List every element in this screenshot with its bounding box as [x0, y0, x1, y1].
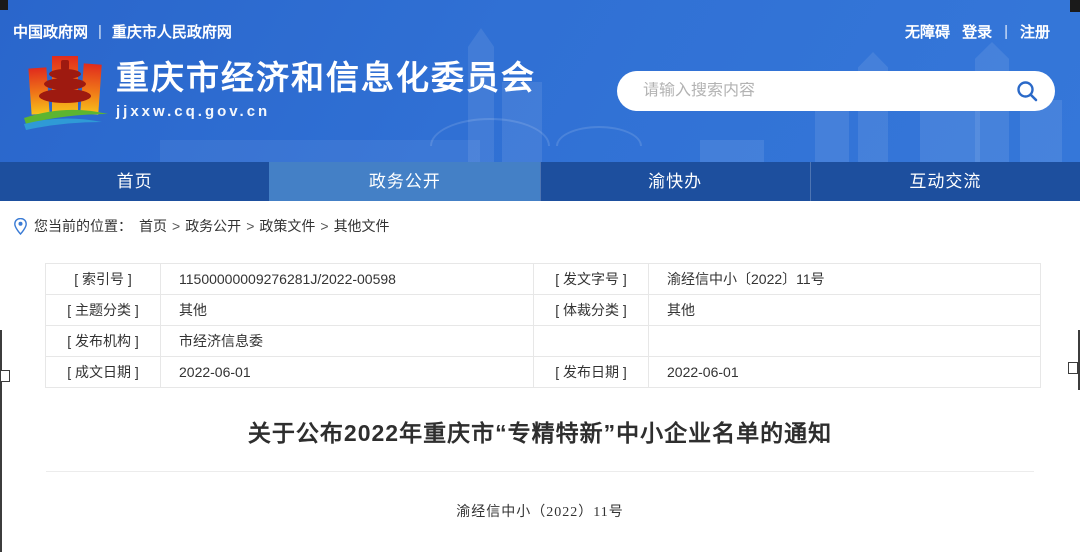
- meta-value-doc-symbol: 渝经信中小〔2022〕11号: [649, 264, 1041, 295]
- accessibility-link[interactable]: 无障碍: [905, 21, 950, 42]
- meta-value-publish-date: 2022-06-01: [649, 357, 1041, 388]
- location-pin-icon: [14, 218, 27, 235]
- breadcrumb-item-gov-info[interactable]: 政务公开: [185, 216, 241, 236]
- content-area: 您当前的位置： 首页 > 政务公开 > 政策文件 > 其他文件 [ 索引号 ] …: [0, 201, 1080, 521]
- meta-value-index-number: 11500000009276281J/2022-00598: [161, 264, 534, 295]
- table-row: [ 索引号 ] 11500000009276281J/2022-00598 [ …: [46, 264, 1041, 295]
- register-link[interactable]: 注册: [1020, 21, 1050, 42]
- login-link[interactable]: 登录: [962, 21, 992, 42]
- breadcrumb-item-home[interactable]: 首页: [139, 216, 167, 236]
- site-logo[interactable]: [22, 52, 110, 146]
- nav-tab-home[interactable]: 首页: [0, 162, 269, 201]
- meta-label: [ 主题分类 ]: [46, 295, 161, 326]
- top-utility-bar: 中国政府网 | 重庆市人民政府网 无障碍 登录 | 注册: [0, 21, 1080, 41]
- meta-label: [ 发布日期 ]: [534, 357, 649, 388]
- meta-label: [ 索引号 ]: [46, 264, 161, 295]
- nav-tab-yukuaiban[interactable]: 渝快办: [540, 162, 810, 201]
- crop-artifact: [1068, 362, 1078, 374]
- breadcrumb-prefix: 您当前的位置：: [34, 216, 132, 236]
- breadcrumb-separator: >: [246, 218, 254, 234]
- table-row: [ 成文日期 ] 2022-06-01 [ 发布日期 ] 2022-06-01: [46, 357, 1041, 388]
- meta-label: [ 发布机构 ]: [46, 326, 161, 357]
- meta-value-topic-category: 其他: [161, 295, 534, 326]
- meta-value-issuing-agency: 市经济信息委: [161, 326, 534, 357]
- crop-artifact: [1070, 0, 1080, 12]
- government-document-page: 中国政府网 | 重庆市人民政府网 无障碍 登录 | 注册: [0, 0, 1080, 552]
- breadcrumb-item-other-files[interactable]: 其他文件: [334, 216, 390, 236]
- breadcrumb-separator: >: [320, 218, 328, 234]
- cq-gov-link[interactable]: 重庆市人民政府网: [112, 21, 232, 42]
- meta-value-genre-category: 其他: [649, 295, 1041, 326]
- document-title: 关于公布2022年重庆市“专精特新”中小企业名单的通知: [40, 414, 1040, 448]
- site-title-block[interactable]: 重庆市经济和信息化委员会 jjxxw.cq.gov.cn: [116, 60, 536, 120]
- search-icon[interactable]: [1015, 79, 1039, 103]
- breadcrumb-item-policy-files[interactable]: 政策文件: [259, 216, 315, 236]
- table-row: [ 主题分类 ] 其他 [ 体裁分类 ] 其他: [46, 295, 1041, 326]
- search-box: [617, 71, 1055, 111]
- separator: |: [98, 23, 102, 40]
- crop-artifact: [0, 0, 8, 10]
- main-navigation: 首页 政务公开 渝快办 互动交流: [0, 162, 1080, 201]
- document-number: 渝经信中小（2022）11号: [0, 501, 1080, 521]
- gov-cn-link[interactable]: 中国政府网: [13, 21, 88, 42]
- separator: |: [1004, 23, 1008, 40]
- site-header: 中国政府网 | 重庆市人民政府网 无障碍 登录 | 注册: [0, 0, 1080, 162]
- crop-artifact: [0, 330, 2, 552]
- nav-tab-interaction[interactable]: 互动交流: [810, 162, 1080, 201]
- breadcrumb-separator: >: [172, 218, 180, 234]
- document-metadata-table: [ 索引号 ] 11500000009276281J/2022-00598 [ …: [45, 263, 1041, 388]
- meta-label-empty: [534, 326, 649, 357]
- meta-value-empty: [649, 326, 1041, 357]
- site-title: 重庆市经济和信息化委员会: [116, 60, 536, 96]
- search-input[interactable]: [643, 82, 983, 100]
- meta-label: [ 体裁分类 ]: [534, 295, 649, 326]
- crop-artifact: [0, 370, 10, 382]
- meta-value-written-date: 2022-06-01: [161, 357, 534, 388]
- site-domain: jjxxw.cq.gov.cn: [116, 103, 536, 120]
- title-divider: [46, 471, 1034, 472]
- nav-tab-gov-info[interactable]: 政务公开: [269, 162, 539, 201]
- table-row: [ 发布机构 ] 市经济信息委: [46, 326, 1041, 357]
- meta-label: [ 发文字号 ]: [534, 264, 649, 295]
- breadcrumb: 您当前的位置： 首页 > 政务公开 > 政策文件 > 其他文件: [0, 201, 1080, 236]
- meta-label: [ 成文日期 ]: [46, 357, 161, 388]
